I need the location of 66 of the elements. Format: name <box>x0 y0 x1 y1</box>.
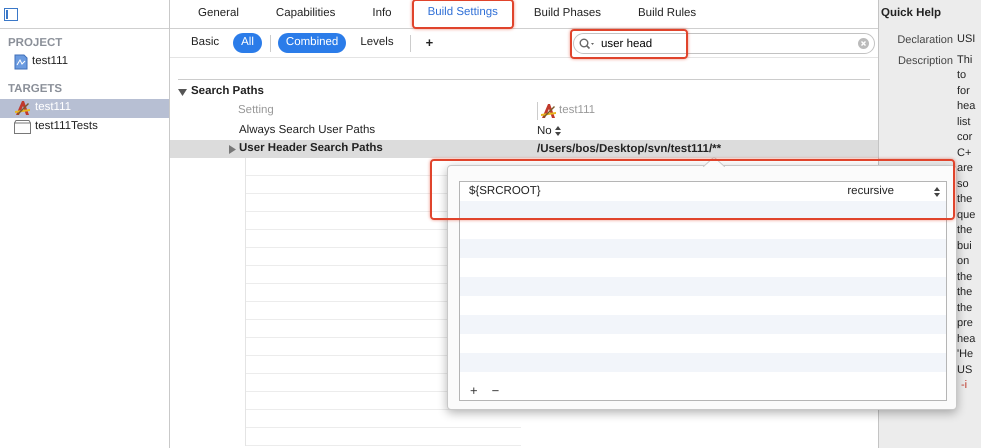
mode-value[interactable]: recursive <box>847 182 894 200</box>
stepper-icon[interactable] <box>554 126 561 136</box>
help-text: hea <box>957 99 976 114</box>
help-text: -i <box>960 378 968 394</box>
add-button[interactable]: + <box>418 32 442 54</box>
setting-row[interactable]: User Header Search Paths /Users/bos/Desktop/svn/test111/** <box>170 140 878 158</box>
path-row[interactable]: ${SRCROOT} recursive <box>460 182 946 201</box>
search-icon[interactable] <box>579 38 595 50</box>
setting-row[interactable]: Always Search User Paths No <box>170 122 878 140</box>
help-text: Thi <box>957 52 974 68</box>
setting-name: Always Search User Paths <box>239 123 376 138</box>
bundle-icon <box>14 120 31 134</box>
help-text: 'He <box>957 347 974 362</box>
setting-value: /Users/bos/Desktop/svn/test111/** <box>537 142 722 156</box>
column-header: Setting <box>238 103 274 118</box>
help-text: on <box>957 254 970 270</box>
app-target-icon <box>540 103 557 119</box>
tab[interactable]: Build Settings <box>412 0 514 29</box>
help-text: US <box>957 362 974 378</box>
field-label: Declaration <box>896 33 953 48</box>
panel-title: Quick Help <box>881 6 942 21</box>
column-header: test111 <box>559 103 596 118</box>
sidebar-item[interactable]: test111Tests <box>0 118 169 136</box>
tab[interactable]: Capabilities <box>276 5 336 23</box>
remove-button[interactable]: − <box>486 384 506 397</box>
help-text: hea <box>957 332 976 347</box>
help-text: for <box>957 84 971 99</box>
disclosure-triangle-icon[interactable] <box>229 144 236 154</box>
add-button[interactable]: + <box>464 384 484 397</box>
section-header: TARGETS <box>7 82 64 98</box>
tab[interactable]: General <box>198 5 239 23</box>
tab[interactable]: Info <box>372 5 392 23</box>
section-header: PROJECT <box>7 36 64 51</box>
tab[interactable]: Build Rules <box>638 5 696 23</box>
help-text: the <box>957 223 974 238</box>
help-text: to <box>957 68 968 84</box>
search-field[interactable]: user head <box>573 33 875 54</box>
sidebar-toggle-icon[interactable] <box>4 8 18 20</box>
help-text: bui <box>957 238 973 254</box>
help-text: que <box>957 208 976 223</box>
scope-button[interactable]: Basic <box>183 33 228 53</box>
help-text: list <box>957 114 972 130</box>
help-text: USI <box>957 32 976 48</box>
stepper-icon[interactable] <box>934 186 940 196</box>
help-text: the <box>957 300 974 316</box>
tab[interactable]: Build Phases <box>534 5 602 23</box>
section-title: Search Paths <box>191 84 264 100</box>
setting-value: No <box>537 124 552 138</box>
app-target-icon <box>14 100 31 116</box>
help-text: the <box>957 270 974 285</box>
view-button[interactable]: Combined <box>278 33 346 53</box>
setting-name: User Header Search Paths <box>239 141 383 156</box>
project-file-icon <box>14 54 28 70</box>
help-text: C+ <box>957 146 972 161</box>
disclosure-triangle-icon[interactable] <box>178 88 187 96</box>
help-text: cor <box>957 130 974 146</box>
help-text: the <box>957 192 974 208</box>
help-text: pre <box>957 316 974 332</box>
help-text: are <box>957 161 974 176</box>
sidebar-item[interactable]: test111 <box>0 52 169 72</box>
view-button[interactable]: Levels <box>352 33 402 53</box>
scope-button[interactable]: All <box>233 33 262 53</box>
help-text: so <box>957 176 970 192</box>
help-text: the <box>957 285 974 300</box>
field-label: Description <box>896 54 953 69</box>
path-text: ${SRCROOT} <box>469 184 541 199</box>
